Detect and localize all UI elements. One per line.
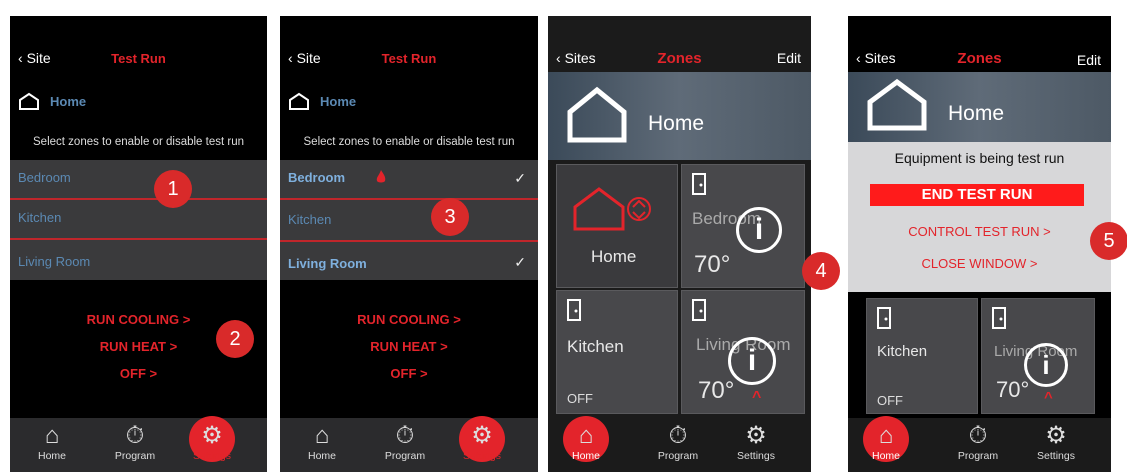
zone-tile-kitchen[interactable]: Kitchen OFF: [556, 290, 678, 414]
step-badge-4: 4: [802, 252, 840, 290]
door-icon: [877, 307, 891, 329]
test-run-panel: Equipment is being test run END TEST RUN…: [848, 142, 1111, 292]
bottom-nav: ⌂ Home ⏱ Program ⚙ Settings: [280, 416, 538, 472]
nav-settings[interactable]: ⚙ Settings: [1026, 422, 1086, 462]
zone-item-living-room[interactable]: Living Room: [288, 256, 367, 271]
info-icon: i: [736, 207, 782, 253]
bottom-nav: ⌂ Home ⏱ Program ⚙ Settings: [10, 416, 267, 472]
door-icon: [692, 299, 706, 321]
door-icon: [692, 173, 706, 195]
run-cooling-button[interactable]: RUN COOLING >: [280, 312, 538, 327]
nav-home[interactable]: ⌂ Home: [22, 422, 82, 462]
test-run-screen-2: ‹ Site Test Run Home Select zones to ena…: [280, 16, 538, 472]
step-badge-1: 1: [154, 170, 192, 208]
run-heat-button[interactable]: RUN HEAT >: [280, 339, 538, 354]
zone-tile-living-room[interactable]: Living Room 70° ^ i: [681, 290, 805, 414]
home-icon: ⌂: [44, 422, 60, 449]
home-row: Home: [18, 92, 86, 110]
divider: [280, 198, 538, 200]
end-test-run-button[interactable]: END TEST RUN: [870, 184, 1084, 206]
nav-home[interactable]: ⌂ Home: [292, 422, 352, 462]
stopwatch-icon: ⏱: [968, 422, 988, 449]
off-button[interactable]: OFF >: [10, 366, 267, 381]
house-icon: [867, 78, 927, 131]
nav-home[interactable]: ⌂ Home: [556, 416, 616, 462]
zones-test-run-screen: ‹ Sites Zones Edit Home Equipment is bei…: [848, 16, 1111, 472]
house-icon: [567, 86, 627, 143]
info-icon: i: [728, 337, 776, 385]
page-title: Zones: [957, 50, 1002, 67]
stopwatch-icon: ⏱: [125, 422, 145, 449]
house-icon: [289, 92, 309, 110]
instructions-text: Select zones to enable or disable test r…: [33, 136, 244, 148]
control-test-run-link[interactable]: CONTROL TEST RUN >: [848, 224, 1111, 239]
edit-button[interactable]: Edit: [777, 50, 801, 66]
divider: [10, 238, 267, 240]
zone-list: Bedroom Kitchen Living Room: [10, 160, 267, 280]
gear-icon: ⚙: [745, 422, 767, 449]
zone-item-kitchen[interactable]: Kitchen: [288, 212, 331, 227]
page-title: Zones: [657, 50, 702, 67]
flame-icon: [376, 170, 386, 183]
off-button[interactable]: OFF >: [280, 366, 538, 381]
flame-icon: ^: [752, 389, 762, 406]
nav-settings[interactable]: ⚙ Settings: [452, 416, 512, 462]
nav-program[interactable]: ⏱ Program: [648, 422, 708, 462]
test-run-screen-1: ‹ Site Test Run Home Select zones to ena…: [10, 16, 267, 472]
home-icon: ⌂: [878, 422, 894, 449]
heat-cool-icon: [573, 187, 651, 231]
checkmark-icon: ✓: [514, 170, 526, 186]
step-badge-5: 5: [1090, 222, 1127, 260]
nav-settings[interactable]: ⚙ Settings: [726, 422, 786, 462]
nav-program[interactable]: ⏱ Program: [948, 422, 1008, 462]
home-row: Home: [288, 92, 356, 110]
divider: [10, 198, 267, 200]
door-icon: [567, 299, 581, 321]
stopwatch-icon: ⏱: [395, 422, 415, 449]
home-label: Home: [50, 93, 87, 109]
instructions-text: Select zones to enable or disable test r…: [303, 136, 515, 148]
home-icon: ⌂: [314, 422, 330, 449]
page-title: Test Run: [111, 51, 166, 66]
zone-item-kitchen[interactable]: Kitchen: [18, 210, 61, 225]
home-label: Home: [320, 93, 357, 109]
step-badge-2: 2: [216, 320, 254, 358]
home-icon: ⌂: [578, 422, 594, 449]
stopwatch-icon: ⏱: [668, 422, 688, 449]
nav-program[interactable]: ⏱ Program: [105, 422, 165, 462]
nav-home[interactable]: ⌂ Home: [856, 416, 916, 462]
zone-tile-kitchen[interactable]: Kitchen OFF: [866, 298, 978, 414]
bottom-nav: ⌂ Home ⏱ Program ⚙ Settings: [848, 416, 1111, 472]
status-text: Equipment is being test run: [894, 150, 1065, 166]
zone-item-bedroom[interactable]: Bedroom: [288, 170, 345, 185]
zone-tile-bedroom[interactable]: Bedroom 70° i: [681, 164, 805, 288]
house-icon: [19, 92, 39, 110]
gear-icon: ⚙: [201, 422, 223, 449]
step-badge-3: 3: [431, 198, 469, 236]
zone-item-bedroom[interactable]: Bedroom: [18, 170, 71, 185]
checkmark-icon: ✓: [514, 254, 526, 270]
zone-item-living-room[interactable]: Living Room: [18, 254, 90, 269]
zone-list: Bedroom ✓ Kitchen Living Room ✓: [280, 160, 538, 280]
gear-icon: ⚙: [471, 422, 493, 449]
home-label: Home: [948, 102, 1005, 125]
gear-icon: ⚙: [1045, 422, 1067, 449]
zone-tile-living-room[interactable]: Living Room 70° ^ i: [981, 298, 1095, 414]
nav-settings[interactable]: ⚙ Settings: [182, 416, 242, 462]
page-title: Test Run: [381, 51, 437, 66]
bottom-nav: ⌂ Home ⏱ Program ⚙ Settings: [548, 416, 811, 472]
door-icon: [992, 307, 1006, 329]
flame-icon: ^: [1044, 389, 1053, 406]
info-icon: i: [1024, 343, 1068, 387]
home-banner: Home: [548, 72, 811, 160]
home-tile[interactable]: Home: [556, 164, 678, 288]
edit-button[interactable]: Edit: [1077, 52, 1101, 68]
home-banner: Home: [848, 72, 1111, 142]
nav-program[interactable]: ⏱ Program: [375, 422, 435, 462]
zones-screen: ‹ Sites Zones Edit Home Home Bedroom 70°…: [548, 16, 811, 472]
home-label: Home: [648, 112, 705, 135]
close-window-link[interactable]: CLOSE WINDOW >: [848, 256, 1111, 271]
divider: [280, 240, 538, 242]
